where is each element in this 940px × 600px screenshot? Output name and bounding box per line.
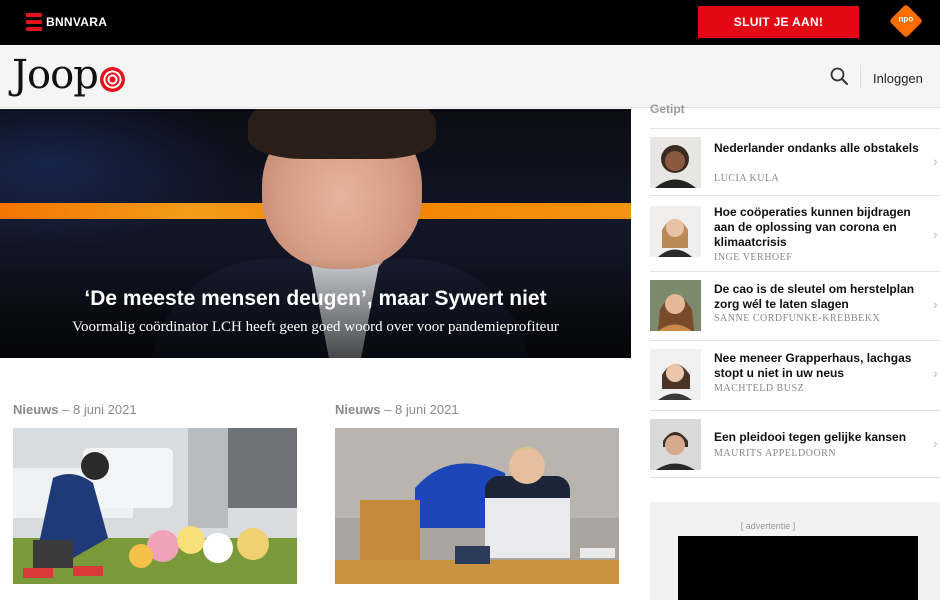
ad-content[interactable]: [678, 536, 918, 600]
login-link[interactable]: Inloggen: [873, 71, 923, 86]
sidebar-item-author: MAURITS APPELDOORN: [714, 448, 837, 459]
card-image[interactable]: [335, 428, 619, 584]
npo-logo[interactable]: npo: [889, 4, 923, 38]
hero-article[interactable]: ‘De meeste mensen deugen’, maar Sywert n…: [0, 109, 631, 358]
chevron-right-icon: ›: [933, 153, 938, 169]
news-card[interactable]: Nieuws – 8 juni 2021: [335, 402, 619, 584]
card-meta: Nieuws – 8 juni 2021: [13, 402, 297, 418]
sidebar-item-title[interactable]: Hoe coöperaties kunnen bijdragen aan de …: [714, 205, 929, 250]
sidebar-item-author: SANNE CORDFUNKE-KREBBEKX: [714, 313, 881, 324]
sidebar-item[interactable]: Nee meneer Grapperhaus, lachgas stopt u …: [650, 340, 940, 410]
card-category[interactable]: Nieuws: [335, 402, 381, 417]
card-meta-separator: –: [384, 402, 395, 417]
card-image[interactable]: [13, 428, 297, 584]
card-image-illustration: [13, 428, 297, 584]
chevron-right-icon: ›: [933, 435, 938, 451]
sidebar-item[interactable]: Nederlander ondanks alle obstakels LUCIA…: [650, 128, 940, 195]
hero-person-hair: [248, 109, 436, 159]
author-avatar: [650, 349, 701, 400]
top-bar: BNNVARA SLUIT JE AAN! npo: [0, 0, 940, 45]
sidebar-item[interactable]: Hoe coöperaties kunnen bijdragen aan de …: [650, 195, 940, 271]
hero-background: [0, 109, 240, 249]
chevron-right-icon: ›: [933, 365, 938, 381]
hero-subtitle: Voormalig coördinator LCH heeft geen goe…: [72, 319, 559, 335]
sidebar-heading: Getipt: [650, 102, 685, 116]
bnnvara-logo[interactable]: BNNVARA: [26, 12, 107, 32]
advertisement-box: [ advertentie ]: [650, 502, 940, 600]
sidebar-item-author: MACHTELD BUSZ: [714, 383, 805, 394]
hero-title[interactable]: ‘De meeste mensen deugen’, maar Sywert n…: [0, 287, 631, 311]
card-category[interactable]: Nieuws: [13, 402, 59, 417]
card-date: 8 juni 2021: [72, 402, 137, 417]
sidebar-item-title[interactable]: De cao is de sleutel om herstelplan zorg…: [714, 282, 929, 312]
search-icon[interactable]: [830, 67, 848, 85]
site-header: Joop Inloggen: [0, 45, 940, 108]
join-button[interactable]: SLUIT JE AAN!: [698, 6, 859, 38]
joop-logo-text: Joop: [12, 52, 99, 98]
sidebar-item-title[interactable]: Nee meneer Grapperhaus, lachgas stopt u …: [714, 351, 929, 381]
card-meta-separator: –: [62, 402, 73, 417]
author-avatar: [650, 206, 701, 257]
author-avatar: [650, 280, 701, 331]
bnnvara-logo-text: BNNVARA: [46, 15, 108, 29]
sidebar-list: Nederlander ondanks alle obstakels LUCIA…: [650, 128, 940, 478]
card-date: 8 juni 2021: [394, 402, 459, 417]
sidebar-item-author: LUCIA KULA: [714, 173, 780, 184]
chevron-right-icon: ›: [933, 226, 938, 242]
chevron-right-icon: ›: [933, 296, 938, 312]
news-card[interactable]: Nieuws – 8 juni 2021: [13, 402, 297, 584]
sidebar-item-title[interactable]: Een pleidooi tegen gelijke kansen: [714, 430, 929, 445]
card-meta: Nieuws – 8 juni 2021: [335, 402, 619, 418]
author-avatar: [650, 137, 701, 188]
joop-target-icon: [99, 66, 125, 92]
header-divider: [860, 65, 861, 89]
sidebar-item-title[interactable]: Nederlander ondanks alle obstakels: [714, 141, 929, 156]
sidebar-item-author: INGE VERHOEF: [714, 252, 793, 263]
author-avatar: [650, 419, 701, 470]
sidebar-item[interactable]: Een pleidooi tegen gelijke kansen MAURIT…: [650, 410, 940, 478]
card-image-illustration: [335, 428, 619, 584]
joop-logo[interactable]: Joop: [12, 52, 125, 98]
ad-label: [ advertentie ]: [740, 521, 796, 531]
sidebar-item[interactable]: De cao is de sleutel om herstelplan zorg…: [650, 271, 940, 340]
npo-logo-text: npo: [898, 14, 914, 24]
bnnvara-mark-icon: [26, 12, 42, 32]
